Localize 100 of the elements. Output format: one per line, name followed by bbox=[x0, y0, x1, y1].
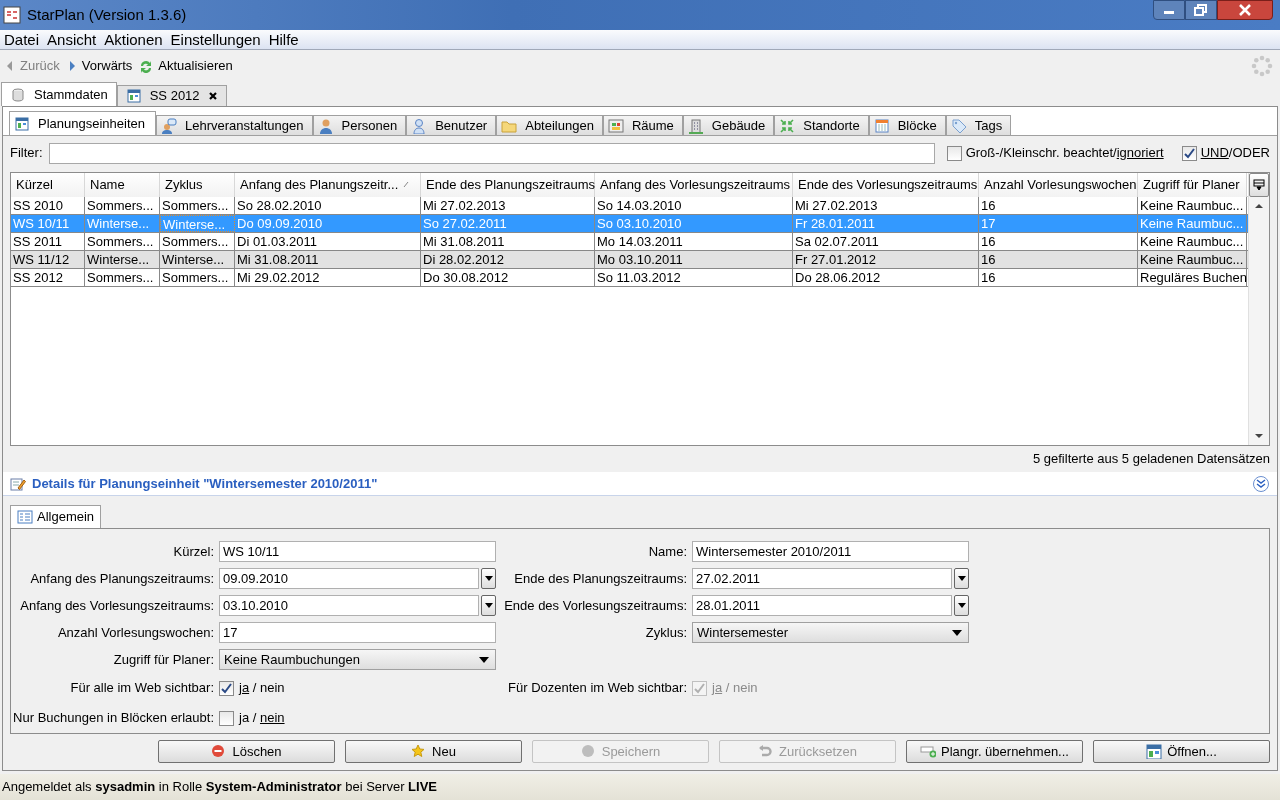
window-title: StarPlan (Version 1.3.6) bbox=[27, 4, 187, 25]
table-cell: Do 30.08.2012 bbox=[421, 269, 595, 286]
scroll-down-icon[interactable] bbox=[1254, 433, 1264, 439]
scroll-up-icon[interactable] bbox=[1254, 203, 1264, 209]
date-picker-button[interactable] bbox=[481, 595, 496, 616]
table-cell: Winterse... bbox=[160, 251, 235, 268]
dropdown-arrow-icon bbox=[479, 656, 489, 663]
table-row[interactable]: SS 2011 Sommers... Sommers... Di 01.03.2011 Mi 31.08.2011 Mo 14.03.2011 Sa 02.07.2011 16 Keine Raumbuc... bbox=[11, 233, 1248, 251]
column-chooser-button[interactable] bbox=[1249, 173, 1269, 197]
table-row[interactable]: SS 2012 Sommers... Sommers... Mi 29.02.2012 Do 30.08.2012 So 11.03.2012 Do 28.06.2012 16 Reguläres Buchen bbox=[11, 269, 1248, 287]
menu-item[interactable]: Aktionen bbox=[100, 29, 167, 50]
open-button[interactable]: Öffnen... bbox=[1093, 740, 1270, 763]
table-cell: 16 bbox=[979, 233, 1138, 250]
document-tab[interactable]: SS 2012 bbox=[116, 85, 227, 106]
column-header[interactable]: Ende des Vorlesungszeitraums bbox=[793, 173, 979, 197]
arrows-icon bbox=[779, 117, 796, 134]
date-picker-button[interactable] bbox=[954, 568, 969, 589]
date-picker-button[interactable] bbox=[954, 595, 969, 616]
table-cell: Sommers... bbox=[160, 197, 235, 214]
field-label: Zyklus: bbox=[644, 623, 687, 642]
sort-icon bbox=[402, 180, 410, 188]
section-tab[interactable]: Tags bbox=[945, 115, 1012, 135]
checkbox[interactable] bbox=[1181, 145, 1197, 161]
field-label: Für Dozenten im Web sichtbar: bbox=[507, 679, 687, 698]
table-cell: So 11.03.2012 bbox=[595, 269, 793, 286]
table-row[interactable]: SS 2010 Sommers... Sommers... So 28.02.2010 Mi 27.02.2013 So 14.03.2010 Mi 27.02.2013 16 Keine Raumbuc... bbox=[11, 197, 1248, 215]
filter-field[interactable] bbox=[48, 142, 935, 164]
table-icon bbox=[14, 115, 30, 132]
field-label: Anfang des Planungszeitraums: bbox=[29, 569, 214, 588]
menu-item[interactable]: Ansicht bbox=[43, 29, 101, 50]
minimize-button[interactable] bbox=[1153, 0, 1185, 20]
table-cell: Sommers... bbox=[85, 197, 160, 214]
field-label: Zugriff für Planer: bbox=[112, 650, 214, 669]
close-button[interactable] bbox=[1217, 0, 1273, 20]
document-tab[interactable]: Stammdaten bbox=[1, 82, 117, 106]
yes-no-label: ja / nein bbox=[239, 709, 285, 728]
table-cell: Keine Raumbuc... bbox=[1138, 251, 1247, 268]
table-cell: 17 bbox=[979, 215, 1138, 232]
table-cell: Keine Raumbuc... bbox=[1138, 197, 1247, 214]
text-field[interactable]: Wintersemester 2010/2011 bbox=[692, 541, 969, 562]
field-label: Ende des Planungszeitraums: bbox=[513, 569, 687, 588]
collapse-icon[interactable] bbox=[1252, 474, 1270, 493]
save-icon bbox=[580, 744, 597, 759]
column-header[interactable]: Anzahl Vorlesungswochen bbox=[979, 173, 1138, 197]
column-header[interactable]: Anfang des Planungszeitr... bbox=[235, 173, 421, 197]
section-tab[interactable]: Gebäude bbox=[682, 115, 775, 135]
form-tab[interactable]: Allgemein bbox=[10, 505, 102, 528]
table-cell: 16 bbox=[979, 197, 1138, 214]
table-cell: Winterse... bbox=[85, 251, 160, 268]
menu-item[interactable]: Hilfe bbox=[264, 29, 303, 50]
table-cell: Winterse... bbox=[85, 215, 160, 232]
table-cell: Sommers... bbox=[85, 233, 160, 250]
refresh-button[interactable]: Aktualisieren bbox=[138, 56, 233, 76]
column-header[interactable]: Zyklus bbox=[160, 173, 235, 197]
forward-button[interactable]: Vorwärts bbox=[65, 56, 133, 76]
column-header[interactable]: Kürzel bbox=[11, 173, 85, 197]
section-tab[interactable]: Lehrveranstaltungen bbox=[156, 115, 313, 135]
table-cell: Mi 31.08.2011 bbox=[235, 251, 421, 268]
text-field[interactable]: WS 10/11 bbox=[219, 541, 496, 562]
column-header[interactable]: Ende des Planungszeitraums bbox=[421, 173, 595, 197]
column-header[interactable]: Name bbox=[85, 173, 160, 197]
menu-item[interactable]: Datei bbox=[0, 29, 44, 50]
text-field[interactable]: 17 bbox=[219, 622, 496, 643]
date-field[interactable]: 03.10.2010 bbox=[219, 595, 479, 616]
date-field[interactable]: 27.02.2011 bbox=[692, 568, 952, 589]
section-tab[interactable]: Räume bbox=[602, 115, 683, 135]
column-chooser-icon bbox=[1253, 179, 1265, 191]
section-tab[interactable]: Standorte bbox=[774, 115, 869, 135]
calendar-icon bbox=[873, 117, 890, 134]
table-cell: So 27.02.2011 bbox=[421, 215, 595, 232]
star-button[interactable]: Neu bbox=[345, 740, 522, 763]
checkbox[interactable] bbox=[946, 145, 962, 161]
scrollbar[interactable] bbox=[1248, 173, 1269, 445]
section-tab[interactable]: Personen bbox=[312, 115, 407, 135]
menu-item[interactable]: Einstellungen bbox=[166, 29, 265, 50]
section-tab[interactable]: Benutzer bbox=[406, 115, 497, 135]
logic-option-label: UND/ODER bbox=[1200, 144, 1270, 163]
close-icon[interactable] bbox=[207, 91, 218, 101]
table-cell: Do 28.06.2012 bbox=[793, 269, 979, 286]
dropdown[interactable]: Keine Raumbuchungen bbox=[219, 649, 496, 670]
section-tab[interactable]: Abteilungen bbox=[496, 115, 603, 135]
delete-button[interactable]: Löschen bbox=[158, 740, 335, 763]
table-row[interactable]: WS 11/12 Winterse... Winterse... Mi 31.08.2011 Di 28.02.2012 Mo 03.10.2011 Fr 27.01.2012 16 Keine Raumbuc... bbox=[11, 251, 1248, 269]
dropdown[interactable]: Wintersemester bbox=[692, 622, 969, 643]
adopt-button[interactable]: Plangr. übernehmen... bbox=[906, 740, 1083, 763]
table-cell: 16 bbox=[979, 269, 1138, 286]
caret-icon bbox=[957, 603, 966, 608]
column-header[interactable]: Zugriff für Planer bbox=[1138, 173, 1247, 197]
table-cell: Mi 31.08.2011 bbox=[421, 233, 595, 250]
date-field[interactable]: 09.09.2010 bbox=[219, 568, 479, 589]
section-tab[interactable]: Planungseinheiten bbox=[9, 111, 156, 135]
column-header[interactable]: Anfang des Vorlesungszeitraums bbox=[595, 173, 793, 197]
section-tab[interactable]: Blöcke bbox=[868, 115, 946, 135]
maximize-button[interactable] bbox=[1185, 0, 1217, 20]
date-picker-button[interactable] bbox=[481, 568, 496, 589]
case-option-label: Groß-/Kleinschr. beachtet/ignoriert bbox=[965, 144, 1164, 163]
checkbox[interactable] bbox=[219, 710, 234, 726]
date-field[interactable]: 28.01.2011 bbox=[692, 595, 952, 616]
checkbox[interactable] bbox=[219, 680, 234, 696]
table-cell: Mi 27.02.2013 bbox=[793, 197, 979, 214]
